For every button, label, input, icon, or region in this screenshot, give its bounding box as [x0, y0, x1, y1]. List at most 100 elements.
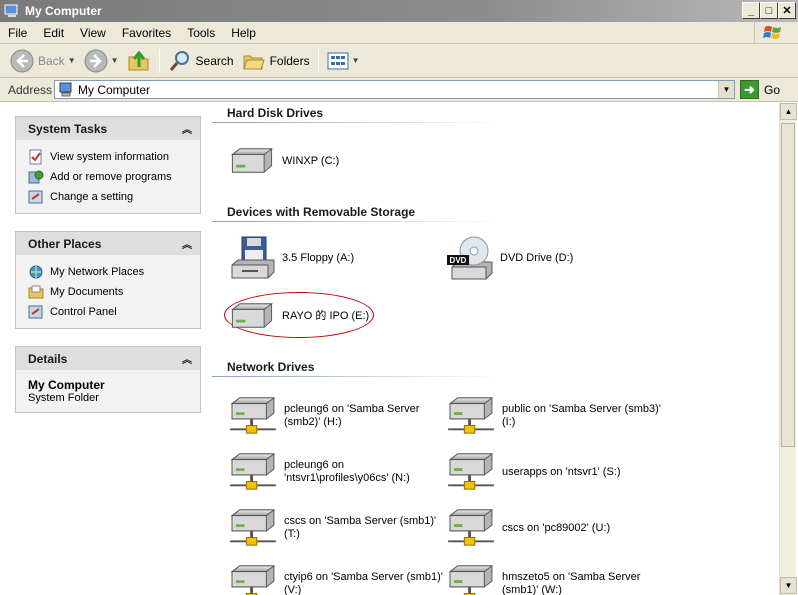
scroll-down-button[interactable]: ▼ — [780, 577, 797, 594]
network-drive-t[interactable]: cscs on 'Samba Server (smb1)' (T:) — [228, 508, 436, 548]
network-drive-icon — [446, 508, 496, 548]
task-label: Change a setting — [50, 191, 134, 203]
network-drive-n[interactable]: pcleung6 on'ntsvr1\profiles\y06cs' (N:) — [228, 452, 410, 492]
my-computer-icon — [4, 4, 18, 17]
task-pane: System Tasks ︽ View system information A… — [0, 103, 212, 595]
task-add-remove-programs[interactable]: Add or remove programs — [28, 167, 200, 187]
drive-winxp-c[interactable]: WINXP (C:) — [228, 147, 339, 175]
drive-label: cscs on 'Samba Server (smb1)' (T:) — [284, 515, 437, 540]
menu-favorites[interactable]: Favorites — [114, 22, 179, 44]
close-icon: ✕ — [782, 5, 792, 17]
drive-floppy-a[interactable]: 3.5 Floppy (A:) — [228, 235, 354, 281]
back-arrow-icon — [10, 49, 34, 72]
drive-label: DVD Drive (D:) — [500, 251, 574, 264]
drive-label: public on 'Samba Server (smb3)' (I:) — [502, 403, 661, 428]
collapse-chevron-icon[interactable]: ︽ — [182, 236, 192, 251]
network-drive-h[interactable]: pcleung6 on 'Samba Server (smb2)' (H:) — [228, 396, 419, 436]
go-label: Go — [764, 82, 781, 97]
details-header[interactable]: Details ︽ — [16, 347, 200, 370]
minimize-button[interactable]: _ — [742, 2, 760, 19]
my-computer-icon — [59, 82, 72, 96]
details-title: Details — [28, 351, 68, 366]
forward-arrow-icon — [84, 49, 108, 72]
group-removable-storage: Devices with Removable Storage — [227, 205, 416, 219]
address-input[interactable]: My Computer ▼ — [54, 80, 735, 99]
go-arrow-icon: ➜ — [740, 80, 759, 99]
scrollbar-thumb[interactable] — [781, 123, 795, 447]
up-folder-icon — [128, 50, 149, 70]
network-drive-icon — [446, 452, 496, 492]
task-change-setting[interactable]: Change a setting — [28, 187, 200, 207]
network-drive-s[interactable]: userapps on 'ntsvr1' (S:) — [446, 452, 621, 492]
toolbar-separator — [158, 48, 160, 73]
network-drive-i[interactable]: public on 'Samba Server (smb3)' (I:) — [446, 396, 661, 436]
minimize-icon: _ — [747, 4, 755, 17]
place-my-network-places[interactable]: My Network Places — [28, 262, 200, 282]
group-divider — [212, 122, 502, 123]
task-view-system-information[interactable]: View system information — [28, 147, 200, 167]
address-bar: Address My Computer ▼ ➜ Go — [0, 78, 798, 102]
drive-label: 3.5 Floppy (A:) — [282, 251, 355, 264]
menu-tools[interactable]: Tools — [179, 22, 223, 44]
menu-edit[interactable]: Edit — [35, 22, 72, 44]
network-drive-icon — [228, 396, 278, 436]
back-label: Back — [38, 53, 65, 68]
system-information-icon — [29, 149, 42, 165]
address-value: My Computer — [78, 82, 151, 97]
title-bar: My Computer _ □ ✕ — [0, 0, 798, 22]
folders-button[interactable]: Folders — [238, 47, 314, 75]
address-dropdown-button[interactable]: ▼ — [718, 81, 734, 98]
floppy-drive-icon — [231, 236, 275, 279]
scroll-up-button[interactable]: ▲ — [780, 103, 797, 120]
control-panel-icon — [28, 305, 43, 319]
network-drive-icon — [446, 396, 496, 436]
details-name: My Computer — [28, 378, 105, 392]
network-drive-w[interactable]: hmszeto5 on 'Samba Server (smb1)' (W:) — [446, 564, 640, 595]
menu-file[interactable]: File — [0, 22, 35, 44]
back-dropdown-icon[interactable]: ▼ — [68, 56, 76, 65]
menu-help[interactable]: Help — [223, 22, 264, 44]
other-places-header[interactable]: Other Places ︽ — [16, 232, 200, 255]
close-button[interactable]: ✕ — [778, 2, 796, 19]
window-title: My Computer — [25, 4, 102, 18]
control-panel-icon — [28, 190, 43, 204]
other-places-title: Other Places — [28, 236, 102, 251]
menu-view[interactable]: View — [72, 22, 114, 44]
network-drive-icon — [228, 564, 278, 595]
drive-label: pcleung6 on 'Samba Server (smb2)' (H:) — [284, 403, 420, 428]
place-label: Control Panel — [50, 306, 117, 318]
drive-dvd-d[interactable]: DVD DVD Drive (D:) — [446, 235, 573, 281]
network-drive-icon — [228, 452, 278, 492]
collapse-chevron-icon[interactable]: ︽ — [182, 351, 192, 366]
group-divider — [212, 221, 502, 222]
maximize-button[interactable]: □ — [760, 2, 778, 19]
windows-logo-icon — [754, 22, 790, 44]
back-button[interactable]: Back ▼ — [6, 47, 80, 75]
go-button[interactable]: ➜ Go — [740, 80, 780, 99]
removable-disk-icon — [228, 302, 276, 330]
place-control-panel[interactable]: Control Panel — [28, 302, 200, 322]
up-folder-button[interactable] — [123, 47, 155, 75]
search-button[interactable]: Search — [164, 47, 238, 75]
drive-label: RAYO 的 IPO (E:) — [282, 309, 370, 322]
content-pane: Hard Disk Drives WINXP (C:) Devices with… — [212, 103, 779, 595]
collapse-chevron-icon[interactable]: ︽ — [182, 121, 192, 136]
views-dropdown-icon[interactable]: ▼ — [352, 56, 360, 65]
network-drive-u[interactable]: cscs on 'pc89002' (U:) — [446, 508, 610, 548]
folders-label: Folders — [269, 53, 310, 68]
system-tasks-panel: System Tasks ︽ View system information A… — [15, 116, 201, 214]
views-button[interactable]: ▼ — [323, 47, 364, 75]
forward-button[interactable]: ▼ — [80, 47, 123, 75]
task-label: View system information — [50, 151, 170, 163]
place-label: My Documents — [50, 286, 124, 298]
system-tasks-header[interactable]: System Tasks ︽ — [16, 117, 200, 140]
vertical-scrollbar[interactable]: ▲ ▼ — [779, 103, 797, 595]
forward-dropdown-icon[interactable]: ▼ — [111, 56, 119, 65]
network-drive-v[interactable]: ctyip6 on 'Samba Server (smb1)' (V:) — [228, 564, 443, 595]
scroll-up-arrow-icon: ▲ — [784, 107, 793, 116]
place-my-documents[interactable]: My Documents — [28, 282, 200, 302]
add-remove-programs-icon — [28, 170, 44, 184]
folders-icon — [242, 55, 265, 69]
drive-rayo-e[interactable]: RAYO 的 IPO (E:) — [228, 302, 369, 330]
dvd-badge: DVD — [450, 256, 467, 265]
